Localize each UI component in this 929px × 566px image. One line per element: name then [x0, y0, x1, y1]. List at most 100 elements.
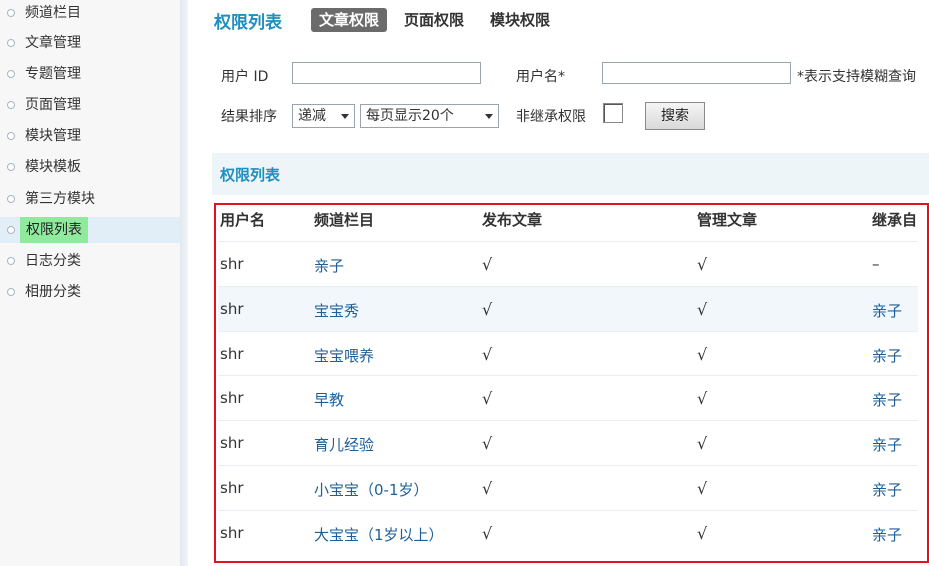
sidebar-item-pages[interactable]: 页面管理: [0, 92, 180, 118]
cell-channel-link[interactable]: 小宝宝（0-1岁）: [314, 479, 429, 500]
username-input[interactable]: [602, 62, 791, 84]
bullet-icon: [7, 257, 15, 265]
cell-username: shr: [220, 389, 244, 407]
cell-inherit: –: [872, 255, 880, 273]
cell-inherit-link[interactable]: 亲子: [872, 345, 902, 366]
sidebar-item-permissions[interactable]: 权限列表: [0, 217, 180, 243]
table-row: shr 小宝宝（0-1岁） √ √ 亲子: [218, 465, 918, 510]
check-icon: √: [697, 479, 708, 498]
dropdown-arrow-icon: [341, 114, 349, 119]
bullet-icon: [7, 132, 15, 140]
cell-channel-link[interactable]: 宝宝喂养: [314, 345, 374, 366]
bullet-icon: [7, 9, 15, 17]
dropdown-arrow-icon: [485, 114, 493, 119]
bullet-icon: [7, 163, 15, 171]
cell-username: shr: [220, 524, 244, 542]
check-icon: √: [482, 479, 493, 498]
cell-channel-link[interactable]: 育儿经验: [314, 434, 374, 455]
check-icon: √: [697, 345, 708, 364]
check-icon: √: [482, 389, 493, 408]
sidebar-item-label: 模块管理: [25, 128, 81, 144]
column-header-inherit: 继承自: [872, 211, 918, 229]
check-icon: √: [482, 524, 493, 543]
check-icon: √: [697, 255, 708, 274]
sidebar-item-articles[interactable]: 文章管理: [0, 30, 180, 56]
sidebar-item-label: 模块模板: [25, 159, 81, 175]
check-icon: √: [482, 434, 493, 453]
cell-inherit-link[interactable]: 亲子: [872, 479, 902, 500]
bullet-icon: [7, 195, 15, 203]
cell-username: shr: [220, 479, 244, 497]
sidebar-item-label: 相册分类: [25, 284, 81, 300]
sidebar-item-label: 频道栏目: [25, 5, 81, 21]
tab-page-permissions[interactable]: 页面权限: [404, 8, 464, 32]
cell-inherit-link[interactable]: 亲子: [872, 434, 902, 455]
cell-username: shr: [220, 255, 244, 273]
check-icon: √: [482, 345, 493, 364]
sidebar-item-album-categories[interactable]: 相册分类: [0, 279, 180, 305]
sidebar-item-label: 第三方模块: [25, 191, 95, 207]
user-id-input[interactable]: [292, 62, 481, 84]
page-title: 权限列表: [214, 13, 282, 33]
username-label: 用户名*: [516, 69, 565, 85]
cell-username: shr: [220, 345, 244, 363]
sidebar-item-topics[interactable]: 专题管理: [0, 61, 180, 87]
page-size-select[interactable]: 每页显示20个: [360, 104, 499, 128]
sidebar-item-modules[interactable]: 模块管理: [0, 123, 180, 149]
column-header-username: 用户名: [220, 211, 266, 229]
cell-inherit-link[interactable]: 亲子: [872, 389, 902, 410]
cell-channel-link[interactable]: 宝宝秀: [314, 300, 359, 321]
check-icon: √: [697, 434, 708, 453]
bullet-icon: [7, 101, 15, 109]
cell-username: shr: [220, 434, 244, 452]
sort-order-value: 递减: [298, 108, 326, 124]
table-row: shr 育儿经验 √ √ 亲子: [218, 420, 918, 465]
sort-label: 结果排序: [221, 109, 277, 125]
check-icon: √: [482, 300, 493, 319]
sidebar: 频道栏目 文章管理 专题管理 页面管理 模块管理 模块模板 第三方模块 权限列表…: [0, 0, 180, 566]
sidebar-divider: [180, 0, 188, 566]
sidebar-item-label: 日志分类: [25, 253, 81, 269]
check-icon: √: [482, 255, 493, 274]
sidebar-item-module-templates[interactable]: 模块模板: [0, 154, 180, 180]
column-header-manage: 管理文章: [697, 211, 758, 229]
cell-channel-link[interactable]: 大宝宝（1岁以上）: [314, 524, 444, 545]
bullet-icon: [7, 39, 15, 47]
cell-inherit-link[interactable]: 亲子: [872, 300, 902, 321]
table-row: shr 早教 √ √ 亲子: [218, 375, 918, 420]
column-header-channel: 频道栏目: [314, 211, 375, 229]
sidebar-item-log-categories[interactable]: 日志分类: [0, 248, 180, 274]
bullet-icon: [7, 226, 15, 234]
cell-inherit-link[interactable]: 亲子: [872, 524, 902, 545]
page-size-value: 每页显示20个: [366, 108, 454, 124]
sidebar-item-label: 权限列表: [20, 217, 88, 243]
bullet-icon: [7, 288, 15, 296]
no-inherit-checkbox[interactable]: [603, 103, 623, 123]
tab-article-permissions[interactable]: 文章权限: [311, 8, 388, 32]
check-icon: √: [697, 300, 708, 319]
fuzzy-search-hint: *表示支持模糊查询: [797, 69, 916, 85]
section-header-bar: [212, 153, 929, 195]
table-row: shr 亲子 √ √ –: [218, 241, 918, 286]
search-button[interactable]: 搜索: [645, 102, 705, 130]
no-inherit-label: 非继承权限: [516, 109, 586, 125]
section-title: 权限列表: [220, 166, 281, 184]
cell-username: shr: [220, 300, 244, 318]
cell-channel-link[interactable]: 亲子: [314, 255, 344, 276]
table-row: shr 宝宝秀 √ √ 亲子: [218, 286, 918, 331]
table-row: shr 宝宝喂养 √ √ 亲子: [218, 331, 918, 376]
table-row: shr 大宝宝（1岁以上） √ √ 亲子: [218, 510, 918, 555]
check-icon: √: [697, 389, 708, 408]
sidebar-item-third-party-modules[interactable]: 第三方模块: [0, 186, 180, 212]
user-id-label: 用户 ID: [221, 69, 269, 85]
sidebar-item-label: 专题管理: [25, 66, 81, 82]
sidebar-item-label: 文章管理: [25, 35, 81, 51]
bullet-icon: [7, 70, 15, 78]
check-icon: √: [697, 524, 708, 543]
column-header-publish: 发布文章: [482, 211, 543, 229]
sort-order-select[interactable]: 递减: [292, 104, 355, 128]
sidebar-item-label: 页面管理: [25, 97, 81, 113]
sidebar-item-channel[interactable]: 频道栏目: [0, 0, 180, 26]
tab-module-permissions[interactable]: 模块权限: [490, 8, 550, 32]
cell-channel-link[interactable]: 早教: [314, 389, 344, 410]
